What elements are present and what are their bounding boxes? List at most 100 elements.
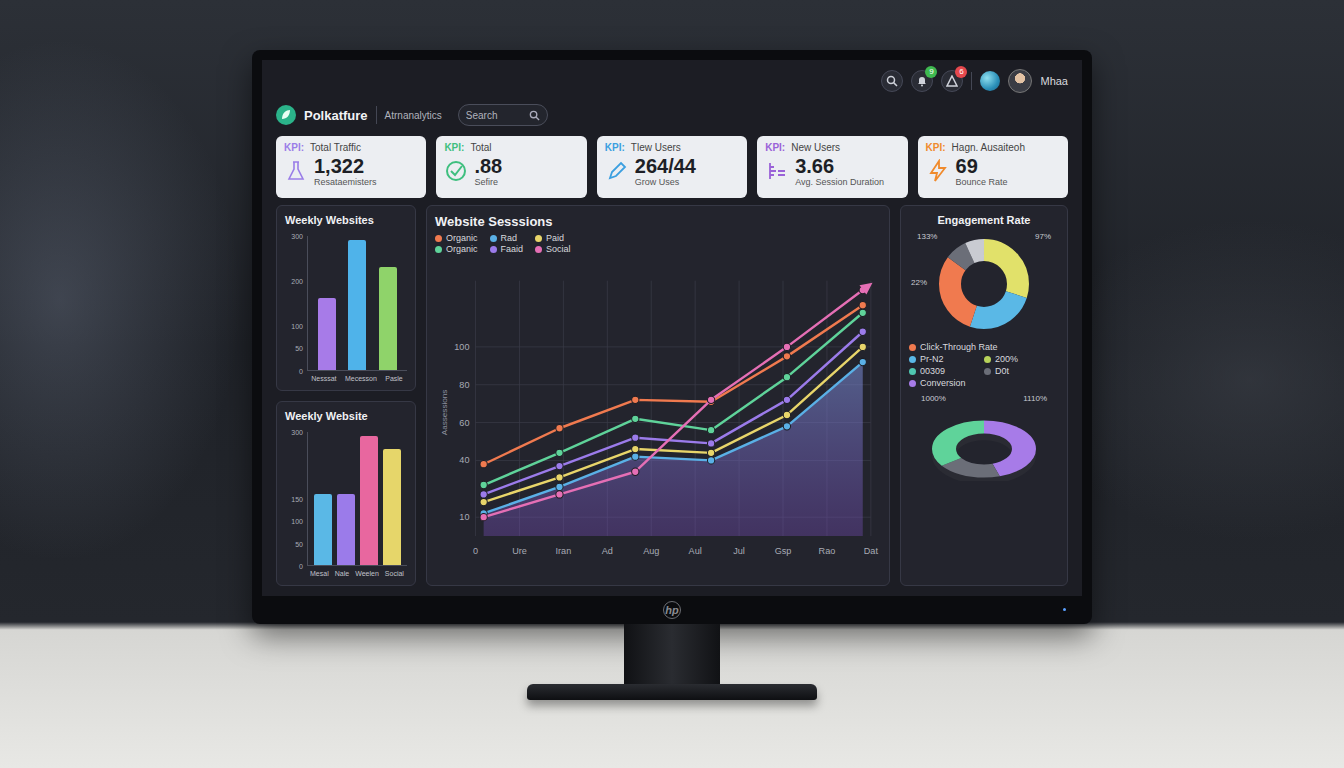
kpi-body: 1,322 Resataemisters — [284, 155, 418, 187]
y-tick: 200 — [291, 277, 303, 284]
series-line[interactable] — [484, 332, 863, 495]
notification-button[interactable]: 6 — [941, 70, 963, 92]
kpi-card[interactable]: KPI: Total Traffic 1,322 Resataemisters — [276, 136, 426, 198]
legend-item[interactable]: Social — [535, 244, 571, 254]
data-point[interactable] — [707, 440, 714, 447]
donut-segment[interactable] — [950, 250, 1018, 318]
legend-item[interactable]: Paid — [535, 233, 571, 243]
kpi-value: 1,322 — [314, 155, 377, 177]
legend-item[interactable]: D0t — [984, 366, 1059, 376]
legend-item[interactable]: Pr-N2 — [909, 354, 984, 364]
data-point[interactable] — [632, 445, 639, 452]
data-point[interactable] — [783, 343, 790, 350]
x-label: Dat — [864, 546, 879, 556]
bar[interactable] — [318, 298, 336, 369]
legend-item[interactable]: Organic — [435, 244, 478, 254]
data-point[interactable] — [480, 514, 487, 521]
chart-title: Engagement Rate — [938, 214, 1031, 226]
avatar-icon[interactable] — [1008, 69, 1032, 93]
search-field[interactable] — [458, 104, 548, 126]
power-led — [1063, 608, 1066, 611]
data-point[interactable] — [480, 461, 487, 468]
legend-item[interactable]: Faaid — [490, 244, 524, 254]
donut-segment[interactable] — [950, 250, 1018, 318]
kpi-card[interactable]: KPI: Hagn. Ausaiteoh 69 Bounce Rate — [918, 136, 1068, 198]
legend-item[interactable]: Organic — [435, 233, 478, 243]
series-line[interactable] — [484, 362, 863, 513]
donut-segment[interactable] — [950, 250, 1018, 318]
legend-dot — [984, 356, 991, 363]
bar[interactable] — [379, 267, 397, 369]
data-point[interactable] — [556, 491, 563, 498]
legend-item[interactable]: 200% — [984, 354, 1059, 364]
data-point[interactable] — [859, 343, 866, 350]
y-tick: 50 — [295, 345, 303, 352]
globe-icon[interactable] — [980, 71, 1000, 91]
donut-label: 97% — [1035, 232, 1051, 241]
search-input[interactable] — [466, 110, 525, 121]
bar[interactable] — [383, 449, 401, 565]
data-point[interactable] — [632, 434, 639, 441]
kpi-card[interactable]: KPI: New Users 3.66 Avg. Session Duratio… — [757, 136, 907, 198]
data-point[interactable] — [556, 462, 563, 469]
data-point[interactable] — [556, 425, 563, 432]
data-point[interactable] — [632, 468, 639, 475]
data-point[interactable] — [632, 453, 639, 460]
bar[interactable] — [314, 494, 332, 565]
bar-chart-panel: Weekly Websites 300200100500 NesssatMece… — [276, 205, 416, 391]
series-line[interactable] — [484, 313, 863, 485]
data-point[interactable] — [556, 474, 563, 481]
data-point[interactable] — [707, 457, 714, 464]
data-point[interactable] — [556, 483, 563, 490]
kpi-card[interactable]: KPI: Tlew Users 264/44 Grow Uses — [597, 136, 747, 198]
data-point[interactable] — [556, 449, 563, 456]
kpi-label: Total Traffic — [310, 142, 361, 153]
donut-segment[interactable] — [950, 250, 1018, 318]
legend-item[interactable]: 00309 — [909, 366, 984, 376]
legend-dot — [490, 246, 497, 253]
y-tick: 150 — [291, 495, 303, 502]
data-point[interactable] — [783, 374, 790, 381]
data-point[interactable] — [783, 423, 790, 430]
data-point[interactable] — [480, 481, 487, 488]
notification-button[interactable]: 9 — [911, 70, 933, 92]
kpi-prefix: KPI: — [444, 142, 464, 153]
ring-chart — [919, 409, 1049, 481]
kpi-caption: Avg. Session Duration — [795, 177, 884, 187]
search-button[interactable] — [881, 70, 903, 92]
legend-item[interactable]: Conversion — [909, 378, 984, 388]
ring-segment[interactable] — [944, 427, 1024, 471]
chart-title: Website Sesssions — [435, 214, 881, 229]
data-point[interactable] — [859, 358, 866, 365]
data-point[interactable] — [859, 328, 866, 335]
bar[interactable] — [337, 494, 355, 565]
data-point[interactable] — [859, 302, 866, 309]
data-point[interactable] — [632, 396, 639, 403]
data-point[interactable] — [707, 426, 714, 433]
bar[interactable] — [360, 436, 378, 565]
check-circle-icon — [444, 159, 468, 183]
data-point[interactable] — [480, 491, 487, 498]
legend-item[interactable]: Rad — [490, 233, 524, 243]
arrow-icon — [860, 283, 873, 295]
data-point[interactable] — [783, 411, 790, 418]
data-point[interactable] — [859, 309, 866, 316]
data-point[interactable] — [707, 449, 714, 456]
bar-chart: 300200100500 — [285, 236, 407, 371]
donut-segment[interactable] — [950, 250, 1018, 318]
ring-segment[interactable] — [944, 427, 1024, 471]
kpi-card[interactable]: KPI: Total .88 Sefire — [436, 136, 586, 198]
legend-item[interactable]: Click-Through Rate — [909, 342, 998, 352]
x-label: Rao — [819, 546, 836, 556]
user-name[interactable]: Mhaa — [1040, 75, 1068, 87]
data-point[interactable] — [783, 396, 790, 403]
x-label: Jul — [733, 546, 745, 556]
bar[interactable] — [348, 240, 366, 369]
series-line[interactable] — [484, 290, 863, 517]
ring-segment[interactable] — [944, 427, 1024, 471]
x-label: Nesssat — [311, 375, 336, 382]
data-point[interactable] — [480, 498, 487, 505]
data-point[interactable] — [783, 353, 790, 360]
data-point[interactable] — [632, 415, 639, 422]
data-point[interactable] — [707, 396, 714, 403]
